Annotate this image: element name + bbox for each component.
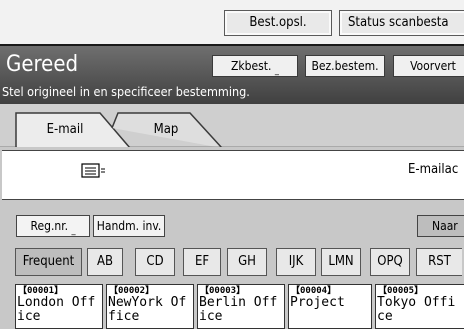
filter-frequent[interactable]: Frequent: [15, 248, 82, 276]
voorvert-button[interactable]: Voorvert: [393, 55, 464, 77]
regnr-label: Reg.nr.: [30, 219, 69, 233]
entry-name: NewYork Of fice: [108, 295, 194, 324]
filter-opq[interactable]: OPQ: [370, 248, 410, 276]
zoek-bestemming-button[interactable]: Zkbest. _: [212, 55, 298, 77]
handm-inv-button[interactable]: Handm. inv.: [93, 215, 165, 237]
destination-entry[interactable]: 【00005】 Tokyo Offi ce: [375, 284, 464, 329]
bez-bestem-button[interactable]: Bez.bestem.: [305, 55, 385, 77]
tab-map[interactable]: Map: [138, 113, 194, 148]
more-marker-icon: _: [71, 226, 76, 236]
filter-ab[interactable]: AB: [87, 248, 123, 276]
filter-rst[interactable]: RST: [416, 248, 462, 276]
filter-ef[interactable]: EF: [183, 248, 221, 276]
entry-name: Tokyo Offi ce: [377, 295, 464, 324]
zkbest-label: Zkbest.: [231, 59, 272, 73]
destination-entry[interactable]: 【00003】 Berlin Off ice: [197, 284, 285, 329]
filter-gh[interactable]: GH: [227, 248, 267, 276]
entry-name: Berlin Off ice: [199, 295, 285, 324]
tab-email[interactable]: E-mail: [30, 113, 100, 148]
entry-name: Project: [290, 295, 345, 310]
filter-lmn[interactable]: LMN: [321, 248, 361, 276]
email-address-label: E-mailac: [408, 162, 459, 177]
more-marker-icon: _: [274, 66, 279, 76]
destination-entry[interactable]: 【00004】 Project: [288, 284, 372, 329]
email-info-strip: [2, 150, 464, 200]
naar-button[interactable]: Naar: [417, 215, 464, 237]
destination-entry[interactable]: 【00002】 NewYork Of fice: [106, 284, 194, 329]
entry-name: London Off ice: [17, 295, 103, 324]
best-opsl-button[interactable]: Best.opsl.: [224, 10, 332, 36]
destination-entry[interactable]: 【00001】 London Off ice: [15, 284, 103, 329]
email-send-icon: [81, 163, 105, 178]
filter-cd[interactable]: CD: [135, 248, 175, 276]
page-subtitle: Stel origineel in en specificeer bestemm…: [2, 84, 250, 99]
filter-ijk[interactable]: IJK: [276, 248, 316, 276]
reg-nr-button[interactable]: Reg.nr. _: [16, 215, 90, 237]
page-title: Gereed: [6, 52, 79, 77]
status-scan-button[interactable]: Status scanbesta: [339, 10, 464, 36]
